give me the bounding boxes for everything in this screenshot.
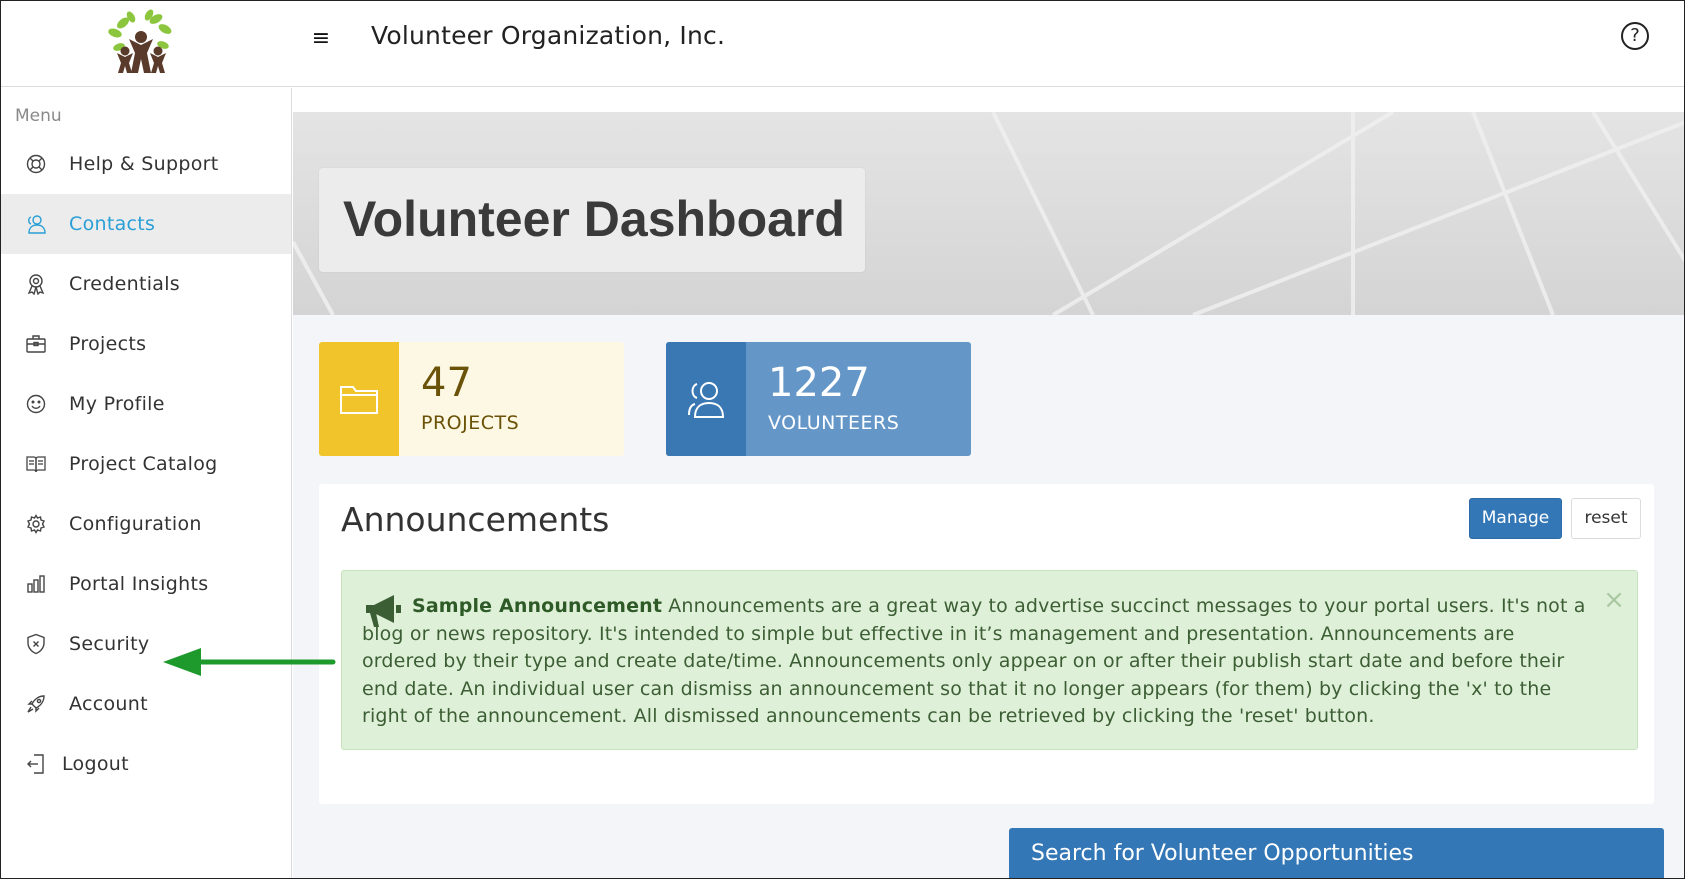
sidebar-item-label: Credentials xyxy=(69,273,180,295)
projects-stat-card[interactable]: 47 PROJECTS xyxy=(319,342,624,456)
main-content: Volunteer Dashboard 47 PROJECTS 1227 VOL… xyxy=(293,88,1684,878)
sidebar-item-label: Portal Insights xyxy=(69,573,209,595)
sidebar-item-my-profile[interactable]: My Profile xyxy=(1,374,291,434)
menu-toggle-button[interactable]: ≡ xyxy=(307,25,335,53)
annotation-arrow xyxy=(163,648,336,676)
sidebar-item-contacts[interactable]: Contacts xyxy=(1,194,291,254)
question-icon: ? xyxy=(1630,25,1640,46)
hero-title-card: Volunteer Dashboard xyxy=(319,168,865,272)
organization-logo[interactable] xyxy=(101,9,181,75)
volunteers-label: VOLUNTEERS xyxy=(768,412,900,434)
app-window: ≡ Volunteer Organization, Inc. ? Menu He… xyxy=(0,0,1685,879)
contacts-icon xyxy=(25,213,47,235)
sidebar-item-credentials[interactable]: Credentials xyxy=(1,254,291,314)
sidebar-item-label: Account xyxy=(69,693,148,715)
sidebar-item-label: Project Catalog xyxy=(69,453,218,475)
help-button[interactable]: ? xyxy=(1621,22,1649,50)
sidebar-item-label: Logout xyxy=(62,753,129,775)
smiley-icon xyxy=(25,393,47,415)
manage-button[interactable]: Manage xyxy=(1469,498,1562,539)
sidebar-title: Menu xyxy=(15,106,62,126)
sidebar-item-label: Security xyxy=(69,633,150,655)
sidebar-item-label: Contacts xyxy=(69,213,156,235)
sidebar-item-logout[interactable]: Logout xyxy=(1,734,291,794)
organization-name: Volunteer Organization, Inc. xyxy=(371,21,726,50)
volunteers-stat-card[interactable]: 1227 VOLUNTEERS xyxy=(666,342,971,456)
sidebar-item-account[interactable]: Account xyxy=(1,674,291,734)
announcements-panel: Announcements Manage reset Sample Announ… xyxy=(319,484,1654,804)
award-icon xyxy=(25,273,47,295)
hamburger-icon: ≡ xyxy=(311,26,331,51)
rocket-icon xyxy=(25,693,47,715)
hero-banner: Volunteer Dashboard xyxy=(293,112,1684,315)
sidebar-item-label: Projects xyxy=(69,333,147,355)
sidebar-item-projects[interactable]: Projects xyxy=(1,314,291,374)
lifebuoy-icon xyxy=(25,153,47,175)
sidebar-item-help-support[interactable]: Help & Support xyxy=(1,134,291,194)
bar-chart-icon xyxy=(25,573,47,595)
briefcase-icon xyxy=(25,333,47,355)
reset-button[interactable]: reset xyxy=(1571,498,1641,539)
logout-icon xyxy=(25,753,47,775)
sidebar-item-portal-insights[interactable]: Portal Insights xyxy=(1,554,291,614)
sidebar-item-configuration[interactable]: Configuration xyxy=(1,494,291,554)
page-title: Volunteer Dashboard xyxy=(343,191,845,247)
gear-icon xyxy=(25,513,47,535)
sidebar-item-project-catalog[interactable]: Project Catalog xyxy=(1,434,291,494)
sidebar: Menu Help & Support Contacts Credentials… xyxy=(1,88,292,878)
top-header: ≡ Volunteer Organization, Inc. ? xyxy=(1,1,1684,87)
announcements-title: Announcements xyxy=(341,500,610,539)
announcement-title: Sample Announcement xyxy=(412,595,663,617)
content-top-strip xyxy=(293,88,1684,112)
announcement-alert: Sample Announcement Announcements are a … xyxy=(341,570,1638,750)
folder-icon xyxy=(319,342,399,456)
projects-count: 47 xyxy=(421,360,472,406)
volunteers-count: 1227 xyxy=(768,360,870,406)
book-icon xyxy=(25,453,47,475)
search-opportunities-button[interactable]: Search for Volunteer Opportunities xyxy=(1009,828,1664,878)
projects-label: PROJECTS xyxy=(421,412,520,434)
shield-icon xyxy=(25,633,47,655)
sidebar-item-label: Help & Support xyxy=(69,153,219,175)
sidebar-item-label: My Profile xyxy=(69,393,165,415)
close-icon[interactable]: × xyxy=(1602,587,1626,613)
people-icon xyxy=(666,342,746,456)
sidebar-item-label: Configuration xyxy=(69,513,202,535)
announcement-text: Sample Announcement Announcements are a … xyxy=(362,593,1592,731)
